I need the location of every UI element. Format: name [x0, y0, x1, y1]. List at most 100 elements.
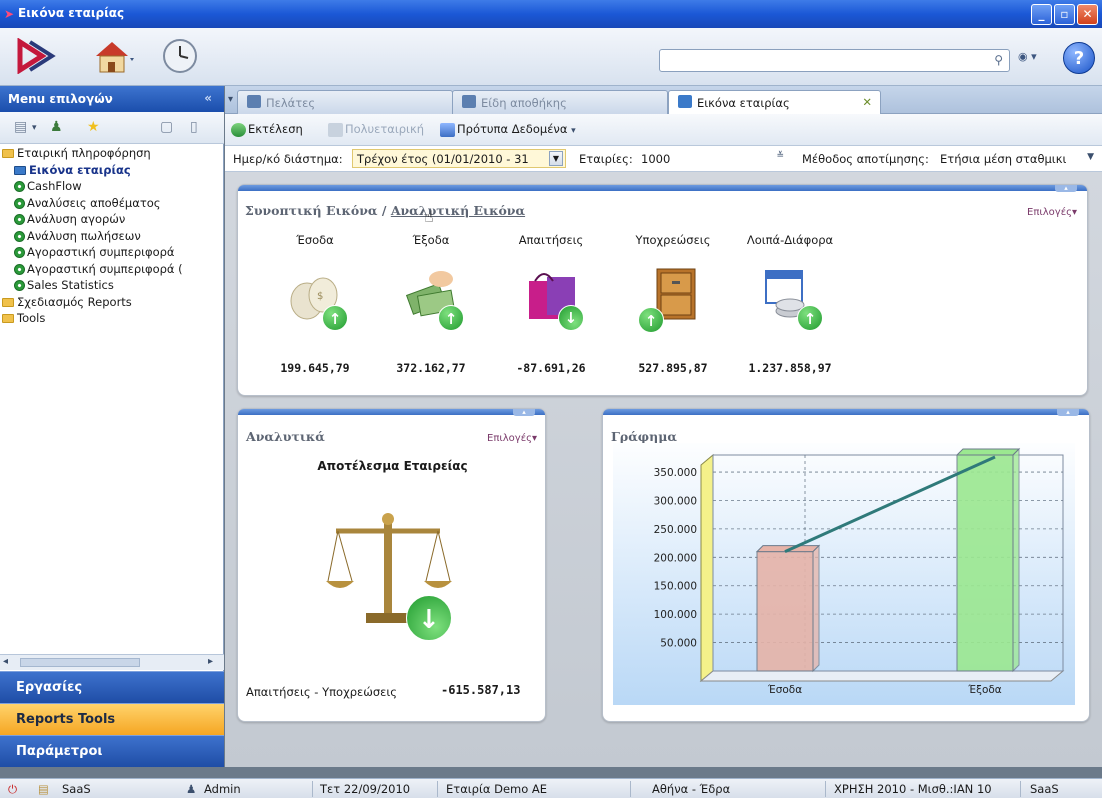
- dropdown-icon[interactable]: ▾: [32, 123, 37, 133]
- chart-collapse-button[interactable]: ▴: [1057, 409, 1079, 416]
- valuation-select[interactable]: Ετήσια μέση σταθμικι ▼: [935, 149, 1097, 168]
- tree-item-stock-analysis[interactable]: Αναλύσεις αποθέματος: [14, 196, 161, 212]
- folder-icon: [2, 149, 14, 158]
- tree-item-sales-statistics[interactable]: Sales Statistics: [14, 278, 114, 294]
- detailed-view-link[interactable]: Αναλυτική Εικόνα: [391, 203, 525, 218]
- preview-icon[interactable]: ▢: [160, 119, 173, 135]
- search-options-icon[interactable]: ◉ ▾: [1018, 50, 1037, 63]
- valuation-dropdown-icon[interactable]: ▼: [1087, 152, 1094, 162]
- scroll-right-icon[interactable]: ▸: [208, 656, 213, 667]
- tree-item-tools[interactable]: Tools: [2, 311, 45, 327]
- svg-text:$: $: [317, 291, 323, 302]
- user-icon[interactable]: ♟: [50, 119, 63, 135]
- multi-company-button[interactable]: Πολυεταιρική: [328, 122, 424, 137]
- favorites-star-icon[interactable]: ★: [87, 119, 100, 135]
- chart-xtick-label: Έξοδα: [967, 684, 1002, 696]
- companies-picker-icon[interactable]: ≚: [776, 151, 784, 161]
- tree-item-label: Εταιρική πληροφόρηση: [17, 146, 151, 160]
- summary-collapse-button[interactable]: ▴: [1055, 185, 1077, 192]
- kpi-other[interactable]: Λοιπά-Διάφορα ↑ 1.237.858,97: [735, 233, 845, 375]
- help-button[interactable]: ?: [1063, 42, 1095, 74]
- customers-icon: [247, 95, 261, 108]
- tree-item-label: Ανάλυση πωλήσεων: [27, 228, 141, 243]
- collapse-panel-icon[interactable]: «: [204, 91, 212, 105]
- status-user: Admin: [204, 782, 241, 796]
- tree-item-cashflow[interactable]: CashFlow: [14, 179, 82, 195]
- chart-ytick-label: 100.000: [654, 609, 697, 621]
- report-bullet-icon: [14, 247, 25, 258]
- power-icon[interactable]: ⏻: [8, 782, 17, 797]
- tabs-menu-icon[interactable]: ▾: [228, 94, 233, 105]
- tree-item-buying-behavior-2[interactable]: Αγοραστική συμπεριφορά (: [14, 262, 183, 278]
- scroll-left-icon[interactable]: ◂: [3, 656, 8, 667]
- tab-company-overview[interactable]: Εικόνα εταιρίας ✕: [668, 90, 881, 115]
- minimize-button[interactable]: _: [1031, 4, 1052, 25]
- report-bullet-icon: [14, 263, 25, 275]
- summary-options-label: Επιλογές: [1027, 207, 1072, 218]
- result-label: Απαιτήσεις - Υποχρεώσεις: [246, 685, 397, 699]
- increase-arrow-icon: ↑: [638, 307, 664, 333]
- summary-title-main: Συνοπτική Εικόνα: [245, 203, 378, 218]
- kpi-liabilities[interactable]: Υποχρεώσεις ↑ 527.895,87: [618, 233, 728, 375]
- tree-item-report-design[interactable]: Σχεδιασμός Reports: [2, 295, 132, 311]
- maximize-button[interactable]: ▫: [1054, 4, 1075, 25]
- status-company: Εταιρία Demo AE: [446, 782, 548, 796]
- search-input[interactable]: ⚲: [659, 49, 1010, 72]
- decrease-arrow-icon: ↑: [406, 595, 452, 641]
- tree-item-corporate-info[interactable]: Εταιρική πληροφόρηση: [2, 146, 151, 162]
- close-button[interactable]: ✕: [1077, 4, 1098, 25]
- search-icon[interactable]: ⚲: [994, 53, 1003, 67]
- kpi-revenue[interactable]: Έσοδα $ ↑ 199.645,79: [260, 233, 370, 375]
- kpi-expenses-value: 372.162,77: [396, 361, 466, 375]
- nav-reports-tools-button[interactable]: Reports Tools: [0, 703, 224, 735]
- main-toolbar: ⚲ ◉ ▾ ?: [0, 28, 1102, 86]
- app-logo-icon[interactable]: [16, 38, 56, 74]
- tree-item-company-overview[interactable]: Εικόνα εταιρίας: [14, 163, 131, 179]
- data-templates-button[interactable]: Πρότυπα Δεδομένα ▾: [440, 122, 576, 137]
- chart-ytick-label: 150.000: [654, 581, 697, 593]
- summary-options-menu[interactable]: Επιλογές▾: [1027, 207, 1077, 218]
- tree-item-purchase-analysis[interactable]: Ανάλυση αγορών: [14, 212, 125, 228]
- summary-title: Συνοπτική Εικόνα / Αναλυτική Εικόνα: [245, 203, 525, 218]
- tab-customers[interactable]: Πελάτες: [237, 90, 453, 114]
- kpi-other-value: 1.237.858,97: [748, 361, 832, 375]
- run-button[interactable]: Εκτέλεση: [231, 122, 303, 137]
- filter-bar: Ημερ/κό διάστημα: Τρέχον έτος (01/01/201…: [225, 146, 1102, 172]
- card-header-strip: [603, 409, 1089, 415]
- status-period: ΧΡΗΣΗ 2010 - Μισθ.:ΙΑΝ 10: [834, 782, 992, 796]
- document-icon[interactable]: ▯: [190, 119, 198, 135]
- analytic-options-menu[interactable]: Επιλογές▾: [487, 433, 537, 444]
- clock-icon[interactable]: [162, 38, 200, 76]
- period-select[interactable]: Τρέχον έτος (01/01/2010 - 31 ▼: [352, 149, 566, 168]
- period-value: Τρέχον έτος (01/01/2010 - 31: [357, 152, 529, 166]
- status-separator: [825, 781, 826, 797]
- kpi-other-label: Λοιπά-Διάφορα: [746, 233, 834, 247]
- kpi-expenses[interactable]: Έξοδα ↑ 372.162,77: [376, 233, 486, 375]
- companies-select[interactable]: 1000 ≚: [636, 149, 791, 168]
- tab-stock-items[interactable]: Είδη αποθήκης: [452, 90, 668, 114]
- home-icon[interactable]: [92, 38, 136, 76]
- nav-parameters-button[interactable]: Παράμετροι: [0, 735, 224, 767]
- folder-icon: [2, 297, 14, 307]
- report-bullet-icon: [14, 230, 25, 242]
- analytic-collapse-button[interactable]: ▴: [513, 409, 535, 416]
- copy-icon[interactable]: ▤: [14, 119, 27, 135]
- menu-header: Menu επιλογών «: [0, 86, 224, 112]
- tree-item-buying-behavior[interactable]: Αγοραστική συμπεριφορά: [14, 245, 175, 261]
- kpi-revenue-value: 199.645,79: [280, 361, 350, 375]
- app-logo-icon: ➤: [4, 7, 15, 21]
- report-bullet-icon: [14, 214, 25, 225]
- tree-horizontal-scrollbar[interactable]: ◂ ▸: [0, 654, 224, 670]
- chart-bar-top: [955, 448, 1021, 456]
- companies-label: Εταιρίες:: [579, 152, 633, 166]
- chart-floor: [699, 670, 1065, 682]
- scroll-thumb[interactable]: [20, 658, 140, 667]
- tree-item-label: Εικόνα εταιρίας: [29, 162, 131, 177]
- kpi-receivables-label: Απαιτήσεις: [518, 233, 584, 247]
- period-dropdown-icon[interactable]: ▼: [549, 151, 563, 166]
- close-tab-icon[interactable]: ✕: [862, 95, 872, 109]
- kpi-receivables[interactable]: Απαιτήσεις ↑ -87.691,26: [496, 233, 606, 375]
- templates-dropdown-icon[interactable]: ▾: [571, 126, 576, 136]
- nav-tasks-button[interactable]: Εργασίες: [0, 671, 224, 703]
- tree-item-sales-analysis[interactable]: Ανάλυση πωλήσεων: [14, 229, 141, 245]
